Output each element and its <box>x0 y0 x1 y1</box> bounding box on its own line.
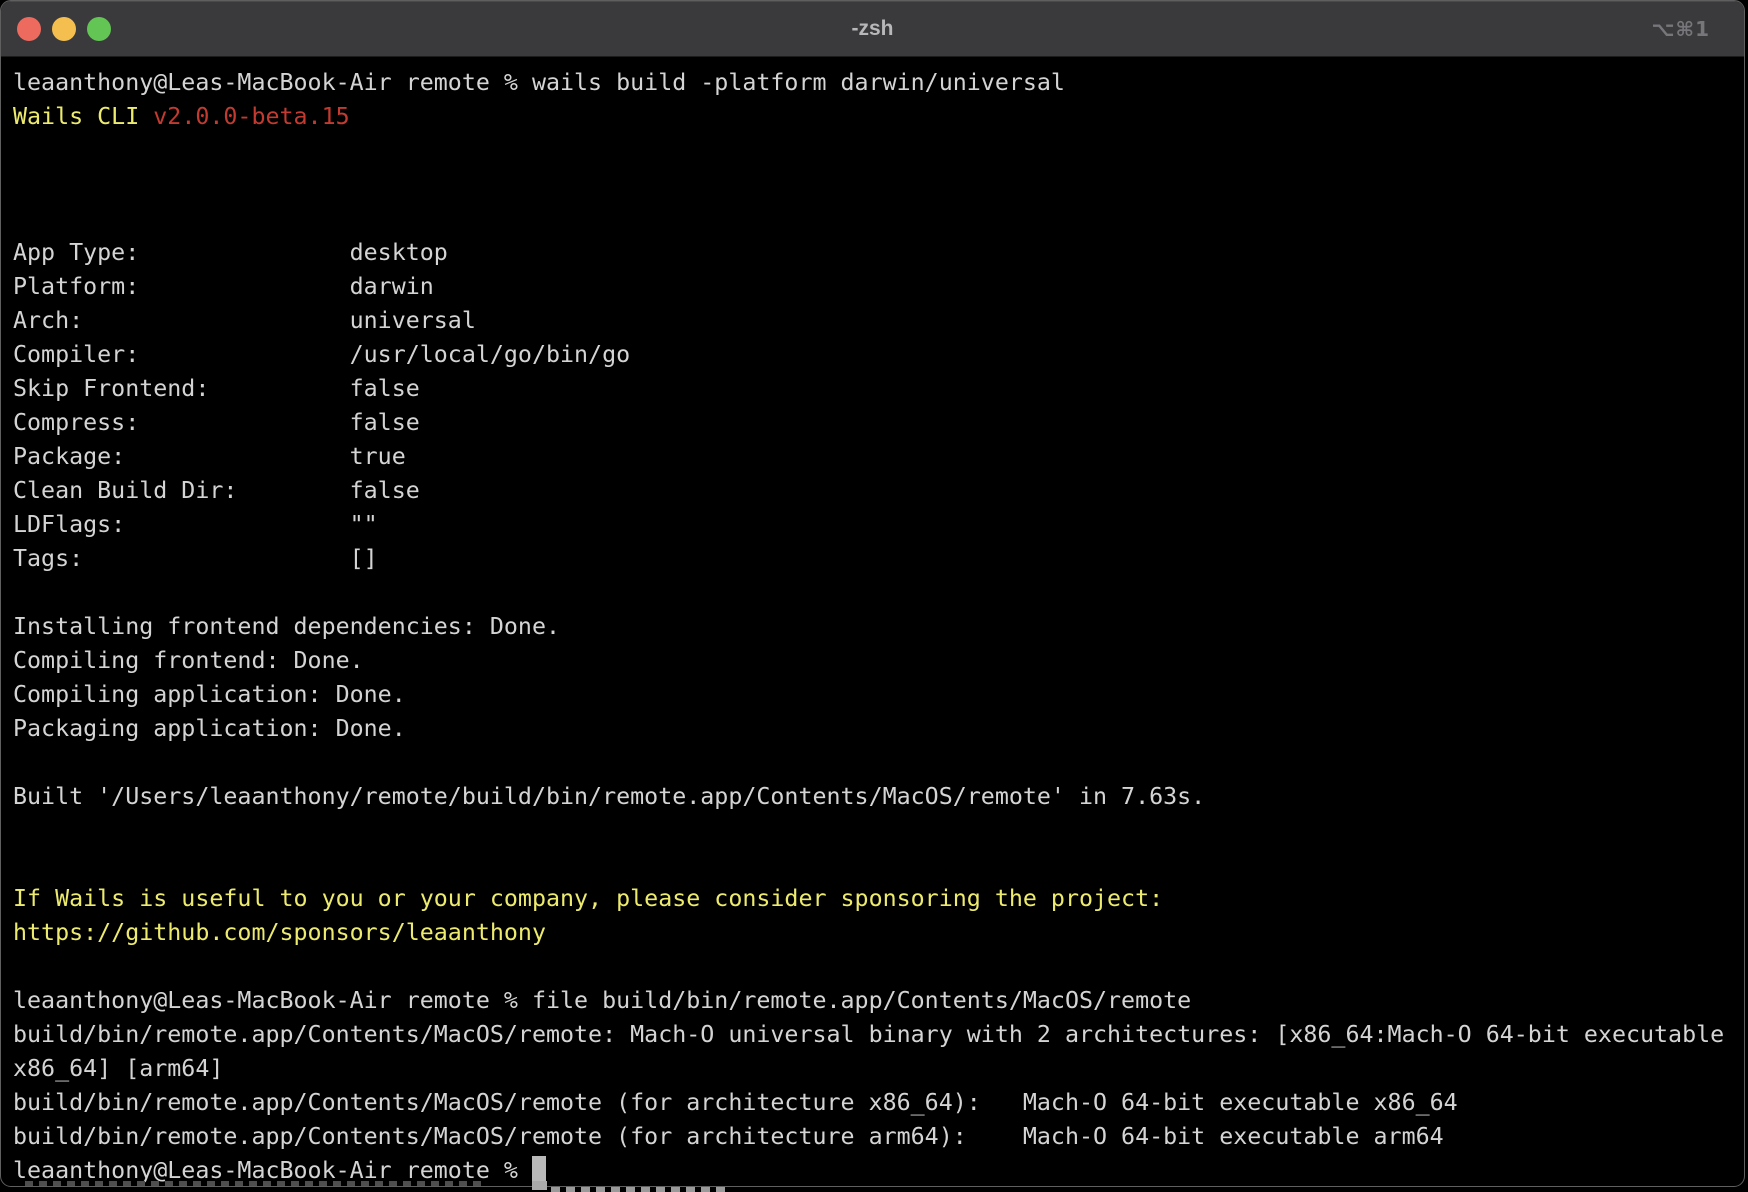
terminal-line <box>13 134 1738 168</box>
terminal-line: x86_64] [arm64] <box>13 1052 1738 1086</box>
terminal-text-segment: x86_64] [arm64] <box>13 1055 223 1082</box>
terminal-window: -zsh ⌥⌘1 leaanthony@Leas-MacBook-Air rem… <box>0 0 1745 1187</box>
terminal-line: leaanthony@Leas-MacBook-Air remote % wai… <box>13 66 1738 100</box>
terminal-line: Clean Build Dir: false <box>13 474 1738 508</box>
terminal-line <box>13 202 1738 236</box>
terminal-line: Compiler: /usr/local/go/bin/go <box>13 338 1738 372</box>
terminal-text-segment: v2.0.0-beta.15 <box>153 103 349 130</box>
terminal-line: https://github.com/sponsors/leaanthony <box>13 916 1738 950</box>
terminal-text-segment: App Type: desktop <box>13 239 448 266</box>
terminal-text-segment: Package: true <box>13 443 406 470</box>
terminal-text-segment: Compiling application: Done. <box>13 681 406 708</box>
terminal-line <box>13 814 1738 848</box>
terminal-text-segment: build/bin/remote.app/Contents/MacOS/remo… <box>13 1089 1458 1116</box>
clipped-background-text <box>551 1187 727 1192</box>
terminal-text-segment: build/bin/remote.app/Contents/MacOS/remo… <box>13 1123 1444 1150</box>
terminal-line: Package: true <box>13 440 1738 474</box>
terminal-line: build/bin/remote.app/Contents/MacOS/remo… <box>13 1120 1738 1154</box>
terminal-line: Packaging application: Done. <box>13 712 1738 746</box>
terminal-text-segment: Installing frontend dependencies: Done. <box>13 613 560 640</box>
terminal-line: leaanthony@Leas-MacBook-Air remote % fil… <box>13 984 1738 1018</box>
terminal-text-segment: leaanthony@Leas-MacBook-Air remote % <box>13 1157 532 1184</box>
terminal-screen[interactable]: leaanthony@Leas-MacBook-Air remote % wai… <box>1 57 1744 1187</box>
terminal-line: If Wails is useful to you or your compan… <box>13 882 1738 916</box>
window-title: -zsh <box>1 1 1744 56</box>
terminal-line <box>13 576 1738 610</box>
terminal-line: Compiling frontend: Done. <box>13 644 1738 678</box>
terminal-text-segment: leaanthony@Leas-MacBook-Air remote % fil… <box>13 987 1191 1014</box>
terminal-text-segment: LDFlags: "" <box>13 511 378 538</box>
terminal-line: Platform: darwin <box>13 270 1738 304</box>
terminal-text-segment: build/bin/remote.app/Contents/MacOS/remo… <box>13 1021 1724 1048</box>
terminal-line: Wails CLI v2.0.0-beta.15 <box>13 100 1738 134</box>
terminal-text-segment: Wails CLI <box>13 103 153 130</box>
terminal-text-segment: Tags: [] <box>13 545 378 572</box>
terminal-text-segment: Arch: universal <box>13 307 476 334</box>
clipped-background-text <box>25 1181 481 1186</box>
terminal-line: LDFlags: "" <box>13 508 1738 542</box>
terminal-text-segment: Compress: false <box>13 409 420 436</box>
terminal-text-segment: Skip Frontend: false <box>13 375 420 402</box>
terminal-text-segment: Clean Build Dir: false <box>13 477 420 504</box>
terminal-line <box>13 848 1738 882</box>
terminal-cursor <box>532 1156 546 1184</box>
terminal-line: build/bin/remote.app/Contents/MacOS/remo… <box>13 1018 1738 1052</box>
terminal-line <box>13 168 1738 202</box>
terminal-line: Installing frontend dependencies: Done. <box>13 610 1738 644</box>
screenshot-stage: -zsh ⌥⌘1 leaanthony@Leas-MacBook-Air rem… <box>0 0 1748 1192</box>
terminal-text-segment: https://github.com/sponsors/leaanthony <box>13 919 546 946</box>
terminal-text-segment: Compiler: /usr/local/go/bin/go <box>13 341 630 368</box>
terminal-line <box>13 950 1738 984</box>
terminal-line: Arch: universal <box>13 304 1738 338</box>
terminal-line: Skip Frontend: false <box>13 372 1738 406</box>
window-titlebar[interactable]: -zsh ⌥⌘1 <box>1 1 1744 57</box>
terminal-line: App Type: desktop <box>13 236 1738 270</box>
terminal-output: leaanthony@Leas-MacBook-Air remote % wai… <box>13 66 1738 1187</box>
terminal-line: Compiling application: Done. <box>13 678 1738 712</box>
terminal-text-segment: leaanthony@Leas-MacBook-Air remote % wai… <box>13 69 1065 96</box>
terminal-line: Built '/Users/leaanthony/remote/build/bi… <box>13 780 1738 814</box>
terminal-line: build/bin/remote.app/Contents/MacOS/remo… <box>13 1086 1738 1120</box>
terminal-text-segment: Compiling frontend: Done. <box>13 647 364 674</box>
terminal-line <box>13 746 1738 780</box>
terminal-line: Compress: false <box>13 406 1738 440</box>
window-shortcut-badge: ⌥⌘1 <box>1651 1 1710 56</box>
terminal-text-segment: Built '/Users/leaanthony/remote/build/bi… <box>13 783 1205 810</box>
terminal-line: Tags: [] <box>13 542 1738 576</box>
terminal-text-segment: If Wails is useful to you or your compan… <box>13 885 1163 912</box>
clipped-background-cursor <box>532 1181 547 1190</box>
terminal-text-segment: Platform: darwin <box>13 273 434 300</box>
terminal-text-segment: Packaging application: Done. <box>13 715 406 742</box>
